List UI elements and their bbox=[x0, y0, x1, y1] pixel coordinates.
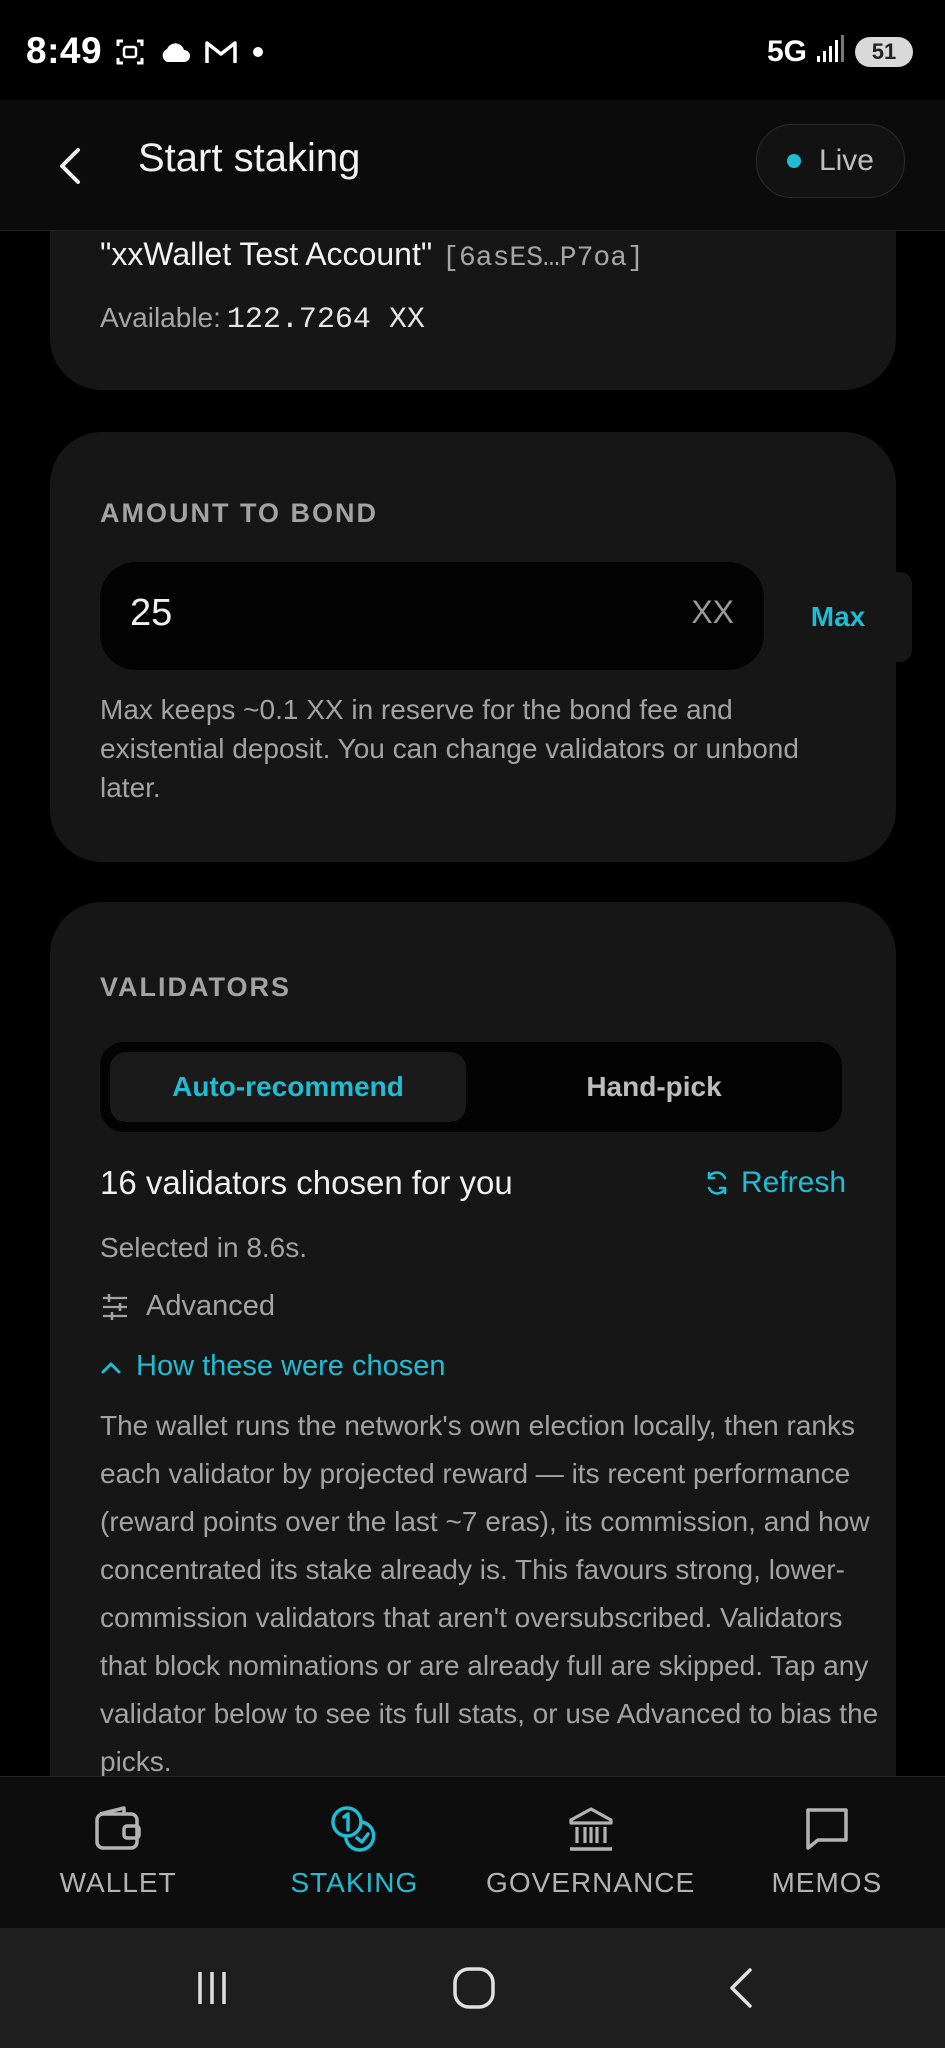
available-row: Available: 122.7264 XX bbox=[100, 302, 425, 337]
dot-icon bbox=[250, 44, 266, 65]
status-bar: 8:49 5G 51 bbox=[0, 0, 945, 100]
how-chosen-label: How these were chosen bbox=[136, 1350, 446, 1382]
tab-auto-recommend[interactable]: Auto-recommend bbox=[110, 1052, 466, 1122]
validators-section-label: VALIDATORS bbox=[100, 972, 292, 1002]
app-bar: Start staking Live bbox=[0, 100, 945, 231]
amount-help-text: Max keeps ~0.1 XX in reserve for the bon… bbox=[100, 694, 799, 803]
battery-indicator: 51 bbox=[855, 36, 913, 67]
screen: 8:49 5G 51 "xxWallet Test Account" [6asE… bbox=[0, 0, 945, 2048]
system-nav-bar bbox=[0, 1928, 945, 2048]
network-type: 5G bbox=[766, 34, 807, 68]
home-button[interactable] bbox=[444, 1958, 504, 2018]
nav-governance-label: GOVERNANCE bbox=[486, 1867, 696, 1898]
tab-hand-pick[interactable]: Hand-pick bbox=[476, 1052, 832, 1122]
amount-input[interactable]: 25 XX bbox=[100, 562, 764, 670]
sliders-icon bbox=[103, 1293, 127, 1320]
chat-bubble-icon bbox=[803, 1803, 851, 1855]
live-status-badge[interactable]: Live bbox=[755, 124, 905, 198]
nav-governance[interactable]: GOVERNANCE bbox=[473, 1777, 709, 1929]
home-icon bbox=[453, 1967, 495, 2009]
advanced-button[interactable]: Advanced bbox=[100, 1290, 275, 1323]
account-name: "xxWallet Test Account" bbox=[100, 236, 433, 272]
available-label: Available: bbox=[100, 302, 221, 333]
signal-icon bbox=[817, 34, 845, 69]
recent-apps-button[interactable] bbox=[182, 1958, 242, 2018]
refresh-icon bbox=[707, 1171, 727, 1195]
amount-unit: XX bbox=[691, 594, 734, 630]
wallet-icon bbox=[94, 1803, 142, 1855]
nav-staking-label: STAKING bbox=[290, 1867, 419, 1898]
nav-memos[interactable]: MEMOS bbox=[709, 1777, 945, 1929]
page-title: Start staking bbox=[138, 136, 361, 180]
status-time: 8:49 bbox=[26, 30, 103, 71]
refresh-button[interactable]: Refresh bbox=[703, 1166, 846, 1200]
advanced-label: Advanced bbox=[146, 1290, 275, 1322]
selection-time: Selected in 8.6s. bbox=[100, 1232, 308, 1263]
validator-count: 16 validators chosen for you bbox=[100, 1164, 513, 1201]
chevron-left-icon bbox=[60, 148, 80, 184]
bottom-nav: WALLET STAKING GOVERNANCE MEMOS bbox=[0, 1776, 945, 1929]
live-dot-icon bbox=[786, 154, 801, 168]
nav-memos-label: MEMOS bbox=[771, 1867, 883, 1898]
status-right: 5G 51 bbox=[767, 34, 913, 69]
chevron-up-icon bbox=[101, 1362, 121, 1373]
gmail-icon bbox=[204, 39, 238, 70]
nav-staking[interactable]: STAKING bbox=[236, 1777, 472, 1929]
cloud-icon bbox=[158, 40, 192, 69]
refresh-label: Refresh bbox=[740, 1166, 846, 1199]
how-chosen-toggle[interactable]: How these were chosen bbox=[100, 1350, 446, 1383]
account-name-row: "xxWallet Test Account" [6asES…P7oa] bbox=[100, 236, 644, 274]
amount-section-label: AMOUNT TO BOND bbox=[100, 498, 378, 528]
available-balance: 122.7264 XX bbox=[226, 303, 425, 337]
screenshot-icon bbox=[114, 36, 146, 73]
account-address: [6asES…P7oa] bbox=[442, 243, 644, 274]
back-button[interactable] bbox=[40, 136, 100, 196]
selection-explanation: The wallet runs the network's own electi… bbox=[100, 1410, 879, 1777]
system-back-icon bbox=[730, 1968, 752, 2008]
staking-coins-icon bbox=[328, 1803, 380, 1855]
max-button[interactable]: Max bbox=[764, 572, 912, 662]
amount-value: 25 bbox=[130, 592, 173, 634]
status-notification-icons bbox=[114, 36, 266, 72]
live-label: Live bbox=[818, 144, 874, 177]
recent-apps-icon bbox=[198, 1972, 226, 2004]
bank-icon bbox=[567, 1803, 615, 1855]
system-back-button[interactable] bbox=[712, 1958, 772, 2018]
amount-card: AMOUNT TO BOND 25 XX Max Max keeps ~0.1 … bbox=[50, 432, 912, 862]
nav-wallet-label: WALLET bbox=[59, 1867, 177, 1898]
nav-wallet[interactable]: WALLET bbox=[0, 1777, 236, 1929]
validator-mode-toggle: Auto-recommend Hand-pick bbox=[100, 1042, 842, 1132]
